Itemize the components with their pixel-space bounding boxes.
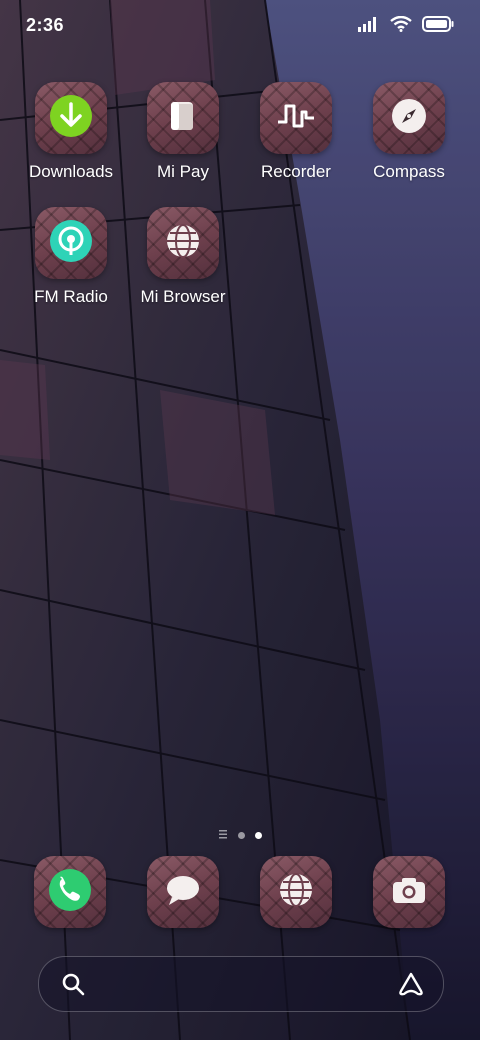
clock: 2:36	[26, 15, 65, 35]
camera-tile[interactable]	[373, 856, 445, 928]
compass-tile[interactable]	[373, 82, 445, 154]
app-label: Compass	[373, 162, 445, 181]
app-label: Recorder	[261, 162, 331, 181]
app-mi-pay[interactable]: Mi Pay	[128, 82, 238, 182]
messages-tile[interactable]	[147, 856, 219, 928]
search-bar[interactable]	[38, 956, 444, 1012]
app-compass[interactable]: Compass	[354, 82, 464, 182]
recorder-tile[interactable]	[260, 82, 332, 154]
app-label: Mi Pay	[157, 162, 209, 181]
battery-icon	[422, 16, 454, 37]
app-recorder[interactable]: Recorder	[241, 82, 351, 182]
dock-browser[interactable]	[260, 856, 332, 928]
list-page-icon[interactable]	[218, 826, 228, 844]
phone-tile[interactable]	[34, 856, 106, 928]
compass-icon	[390, 97, 428, 140]
browser-tile[interactable]	[260, 856, 332, 928]
globe-icon	[278, 872, 314, 913]
wallet-icon	[165, 98, 201, 139]
app-label: FM Radio	[34, 287, 108, 306]
fm-radio-tile[interactable]	[35, 207, 107, 279]
assistant-icon[interactable]	[397, 971, 425, 1002]
page-dot-active[interactable]	[255, 831, 262, 839]
download-icon	[49, 94, 93, 143]
wifi-icon	[390, 15, 412, 37]
camera-icon	[391, 875, 427, 910]
status-bar: 2:36	[0, 0, 480, 50]
app-label: Downloads	[28, 162, 114, 181]
app-label: Mi Browser	[140, 287, 226, 306]
signal-icon	[358, 16, 380, 37]
search-icon[interactable]	[61, 972, 85, 1001]
dock-camera[interactable]	[373, 856, 445, 928]
mi-browser-tile[interactable]	[147, 207, 219, 279]
chat-icon	[165, 873, 201, 912]
app-downloads[interactable]: Downloads	[16, 82, 126, 182]
app-mi-browser[interactable]: Mi Browser	[128, 207, 238, 307]
downloads-tile[interactable]	[35, 82, 107, 154]
globe-icon	[165, 223, 201, 264]
app-fm-radio[interactable]: FM Radio	[16, 207, 126, 307]
waveform-icon	[276, 98, 316, 139]
page-dot[interactable]	[238, 831, 245, 839]
phone-icon	[48, 868, 92, 917]
dock-phone[interactable]	[34, 856, 106, 928]
page-indicator[interactable]	[0, 828, 480, 842]
dock-messages[interactable]	[147, 856, 219, 928]
radio-icon	[49, 219, 93, 268]
mi-pay-tile[interactable]	[147, 82, 219, 154]
